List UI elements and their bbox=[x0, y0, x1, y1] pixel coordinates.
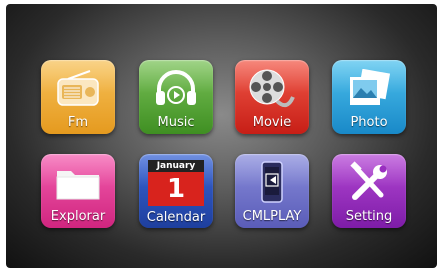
app-grid: Fm Music Movie Photo Explorar January 1 … bbox=[41, 60, 411, 236]
cmlplay-app-button[interactable]: CMLPLAY bbox=[235, 154, 309, 228]
radio-icon bbox=[41, 64, 115, 114]
calendar-app-button[interactable]: January 1 Calendar bbox=[139, 154, 213, 228]
music-label: Music bbox=[157, 115, 195, 130]
home-screen: Fm Music Movie Photo Explorar January 1 … bbox=[6, 4, 437, 268]
explorar-app-button[interactable]: Explorar bbox=[41, 154, 115, 228]
fm-label: Fm bbox=[67, 115, 89, 130]
calendar-day: 1 bbox=[148, 172, 204, 206]
headphones-icon bbox=[139, 64, 213, 114]
photo-app-button[interactable]: Photo bbox=[332, 60, 406, 134]
calendar-month: January bbox=[148, 160, 204, 172]
music-app-button[interactable]: Music bbox=[139, 60, 213, 134]
phone-mirror-icon bbox=[235, 158, 309, 208]
photo-label: Photo bbox=[350, 115, 388, 130]
film-reel-icon bbox=[235, 64, 309, 114]
setting-label: Setting bbox=[345, 209, 393, 224]
setting-app-button[interactable]: Setting bbox=[332, 154, 406, 228]
movie-label: Movie bbox=[252, 115, 292, 130]
explorar-label: Explorar bbox=[50, 209, 106, 224]
fm-app-button[interactable]: Fm bbox=[41, 60, 115, 134]
movie-app-button[interactable]: Movie bbox=[235, 60, 309, 134]
calendar-label: Calendar bbox=[146, 210, 206, 225]
folder-icon bbox=[41, 158, 115, 208]
photos-icon bbox=[332, 64, 406, 114]
cmlplay-label: CMLPLAY bbox=[242, 209, 302, 224]
tools-icon bbox=[332, 158, 406, 208]
